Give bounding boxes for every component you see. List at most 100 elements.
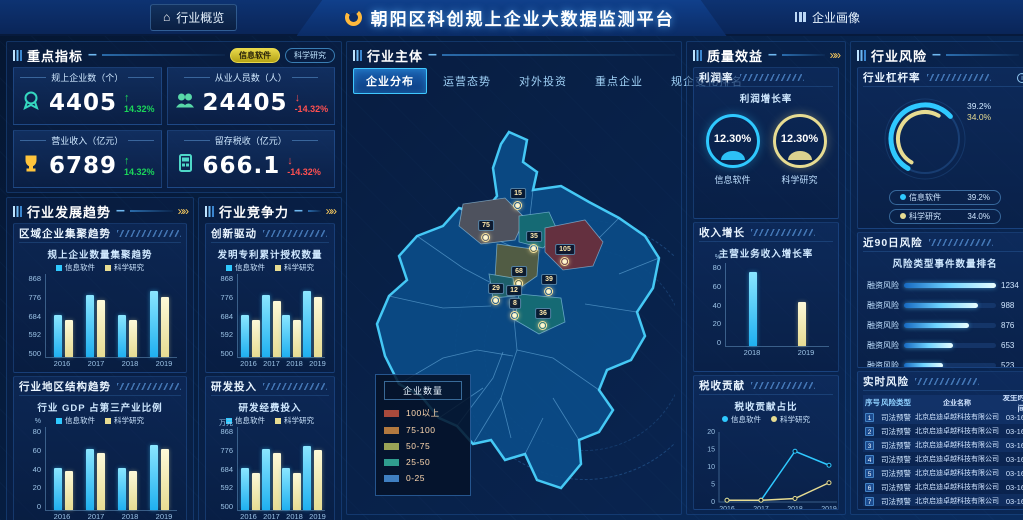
map-pin[interactable]: 75 [478, 220, 494, 242]
nav-industry-overview[interactable]: ⌂ 行业概览 [150, 4, 237, 31]
legend-item: 信息软件 [226, 262, 265, 273]
leverage-legend-item: 信息软件39.2% [889, 190, 1001, 205]
legend-label: 100以上 [406, 407, 440, 419]
legend-item: 科学研究 [105, 262, 144, 273]
card-tax-contribution: 税收贡献 税收贡献占比 信息软件科学研究05101520201620172018… [693, 375, 839, 510]
app-title-area: 朝阳区科创规上企业大数据监测平台 [345, 5, 675, 30]
bar-plot: %806040200 [699, 261, 833, 347]
filter-pill-科学研究[interactable]: 科学研究 [285, 48, 335, 63]
cell-no: 6 [865, 483, 881, 492]
svg-text:34.0%: 34.0% [967, 112, 992, 122]
bar-科学研究-2019 [314, 297, 322, 357]
filter-pill-信息软件[interactable]: 信息软件 [230, 48, 280, 63]
risk-rank-label: 融资风险 [863, 280, 899, 291]
cell-risk-type: 司法预警 [881, 496, 915, 507]
y-tick: 20 [713, 319, 721, 328]
x-tick: 2018 [744, 348, 761, 357]
y-tick: 40 [33, 465, 41, 474]
bar-信息软件-2017 [262, 295, 270, 357]
nav-enterprise-portrait[interactable]: 企业画像 [782, 4, 873, 31]
bar-信息软件-2016 [241, 468, 249, 510]
cell-risk-type: 司法预警 [881, 412, 915, 423]
expand-chevrons-icon[interactable]: »» [178, 204, 187, 218]
bar-group [150, 274, 169, 357]
hatch-decor [927, 74, 991, 81]
app-header: ⌂ 行业概览 朝阳区科创规上企业大数据监测平台 企业画像 [0, 0, 1023, 36]
table-row[interactable]: 5司法预警北京启迪卓越科技有限公司03-16 [863, 466, 1023, 480]
table-header-row: 序号风险类型企业名称发生时间 [863, 395, 1023, 410]
risk-rank-fill [904, 283, 996, 288]
map-pin[interactable]: 105 [555, 244, 575, 266]
kpi-card: 营业收入（亿元）6789↑ 14.32% [13, 130, 162, 188]
bar-信息软件-2017 [86, 295, 94, 357]
map-pin[interactable]: 39 [541, 274, 557, 296]
map-legend: 企业数量 100以上75-10050-7525-500-25 [375, 374, 471, 496]
cell-company: 北京启迪卓越科技有限公司 [915, 412, 999, 422]
bar-plot: 868776684592500 [211, 272, 329, 358]
section-title: 行业地区结构趋势 [19, 379, 111, 394]
tab-运营态势[interactable]: 运营态势 [431, 69, 503, 93]
dash-decor: – [88, 46, 97, 64]
x-tick: 2018 [286, 512, 303, 520]
risk-rank-track [904, 303, 996, 308]
y-tick: 868 [220, 274, 233, 283]
y-tick: 592 [28, 330, 41, 339]
bar-信息软件-2018 [282, 468, 290, 510]
axis-unit-label: % [35, 418, 41, 425]
realtime-risk-table: 序号风险类型企业名称发生时间1司法预警北京启迪卓越科技有限公司03-162司法预… [863, 395, 1023, 506]
map-pin[interactable]: 36 [535, 308, 551, 330]
card-innovation: 创新驱动 发明专利累计授权数量 信息软件科学研究8687766845925002… [205, 223, 335, 373]
table-row[interactable]: 4司法预警北京启迪卓越科技有限公司03-16 [863, 452, 1023, 466]
expand-chevrons-icon[interactable]: »» [326, 204, 335, 218]
bar-group [54, 274, 73, 357]
chart-legend: 信息软件科学研究 [19, 415, 181, 425]
legend-item: 科学研究 [275, 262, 314, 273]
tax-line-svg: 051015202016201720182019 [699, 424, 839, 510]
risk-rank-value: 653 [1001, 341, 1023, 350]
bar-科学研究-2017 [273, 301, 281, 357]
bar-科学研究-2019 [314, 450, 322, 510]
bar-科学研究-2017 [97, 453, 105, 510]
tab-企业分布[interactable]: 企业分布 [353, 68, 427, 94]
panel-title: 行业竞争力 [219, 202, 289, 221]
y-axis: 868776684592500 [19, 274, 45, 358]
map-legend-rows: 100以上75-10050-7525-500-25 [384, 407, 462, 483]
risk-rank-label: 融资风险 [863, 320, 899, 331]
risk-rank-row: 融资风险1234 [863, 280, 1023, 291]
bar-group [262, 427, 281, 510]
pin-value: 29 [488, 283, 504, 294]
map-pin[interactable]: 29 [488, 283, 504, 305]
expand-chevrons-icon[interactable]: »» [830, 48, 839, 62]
table-row[interactable]: 6司法预警北京启迪卓越科技有限公司03-16 [863, 480, 1023, 494]
chart-income-growth: %80604020020182019 [699, 261, 833, 358]
tab-对外投资[interactable]: 对外投资 [507, 69, 579, 93]
table-row[interactable]: 3司法预警北京启迪卓越科技有限公司03-16 [863, 438, 1023, 452]
x-tick: 2016 [54, 359, 71, 368]
card-rd-investment: 研发投入 研发经费投入 信息软件科学研究万元868776684592500201… [205, 376, 335, 520]
table-row[interactable]: 7司法预警北京启迪卓越科技有限公司03-16 [863, 494, 1023, 506]
map-pin[interactable]: 35 [526, 231, 542, 253]
map-pin[interactable]: 8 [509, 298, 521, 320]
svg-text:15: 15 [707, 447, 715, 454]
bar-group [262, 274, 281, 357]
cell-company: 北京启迪卓越科技有限公司 [915, 482, 999, 492]
pin-marker-icon [538, 321, 547, 330]
x-tick: 2019 [309, 512, 326, 520]
panel-title: 行业风险 [871, 46, 927, 65]
table-row[interactable]: 2司法预警北京启迪卓越科技有限公司03-16 [863, 424, 1023, 438]
risk-rank-fill [904, 323, 969, 328]
table-row[interactable]: 1司法预警北京启迪卓越科技有限公司03-16 [863, 410, 1023, 424]
info-icon[interactable]: i [1017, 73, 1023, 83]
legend-label: 0-25 [406, 473, 425, 483]
risk-rank-fill [904, 363, 943, 368]
home-icon: ⌂ [163, 11, 170, 23]
svg-text:39.2%: 39.2% [967, 101, 992, 111]
map-pin[interactable]: 15 [510, 188, 526, 210]
risk-rank-value: 523 [1001, 361, 1023, 368]
risk-rank-track [904, 283, 996, 288]
svg-text:10: 10 [707, 464, 715, 471]
calculator-icon [174, 152, 196, 179]
cell-risk-type: 司法预警 [881, 468, 915, 479]
tab-重点企业[interactable]: 重点企业 [583, 69, 655, 93]
y-tick: 500 [28, 349, 41, 358]
